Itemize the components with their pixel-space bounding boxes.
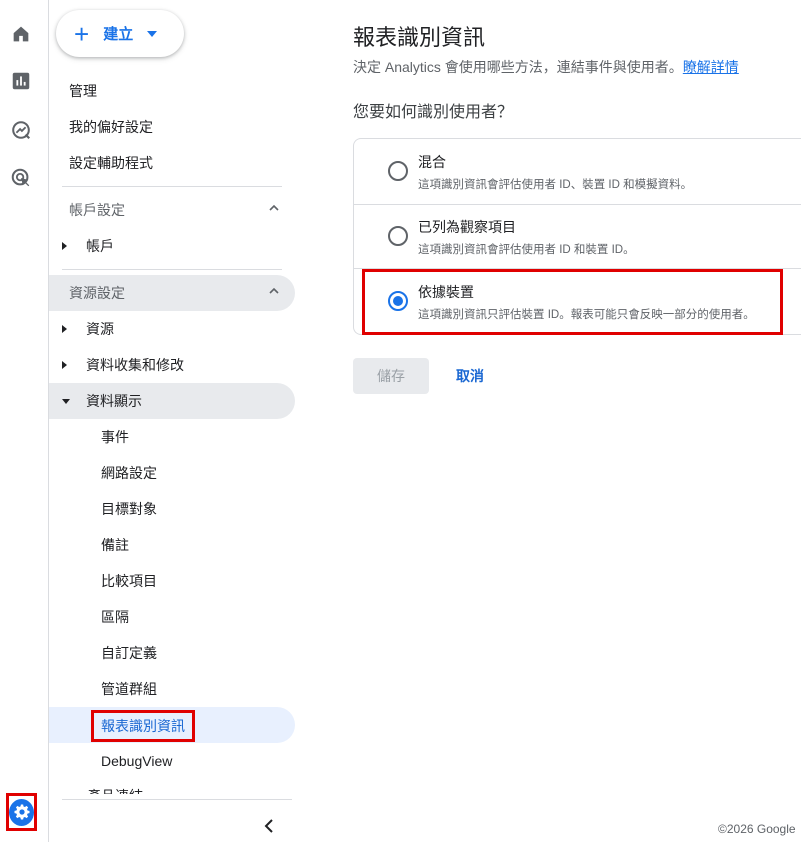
sub-item-web-settings[interactable]: 網路設定 (101, 463, 157, 483)
section-property-settings[interactable]: 資源設定 (49, 275, 295, 311)
sub-item-channel-groups[interactable]: 管道群組 (101, 679, 157, 699)
option-desc-blended: 這項識別資訊會評估使用者 ID、裝置 ID 和模擬資料。 (418, 179, 693, 191)
sub-item-product-links[interactable]: 產品連結 (87, 786, 143, 794)
identity-options-card: 混合 這項識別資訊會評估使用者 ID、裝置 ID 和模擬資料。 已列為觀察項目 … (353, 138, 801, 335)
sub-item-annotations[interactable]: 備註 (101, 535, 129, 555)
sub-item-events[interactable]: 事件 (101, 427, 129, 447)
option-title-observed: 已列為觀察項目 (418, 219, 516, 235)
sidebar-nav: + 建立 管理 我的偏好設定 設定輔助程式 帳戶設定 帳戶 資源設定 資源 資料… (49, 0, 305, 842)
home-icon[interactable] (9, 22, 33, 46)
create-button[interactable]: + 建立 (56, 10, 184, 57)
reports-icon[interactable] (9, 69, 33, 93)
page-description: 決定 Analytics 會使用哪些方法，連結事件與使用者。瞭解詳情 (353, 57, 739, 77)
tree-item-account[interactable]: 帳戶 (49, 228, 295, 264)
learn-more-link[interactable]: 瞭解詳情 (683, 59, 739, 75)
tree-item-label: 帳戶 (86, 238, 114, 254)
caret-down-icon (147, 30, 158, 37)
divider (62, 269, 282, 270)
nav-item-admin[interactable]: 管理 (69, 81, 97, 101)
tree-item-property[interactable]: 資源 (49, 311, 295, 347)
page-title: 報表識別資訊 (353, 25, 486, 50)
tree-item-label: 資料顯示 (86, 393, 142, 409)
sub-item-reporting-identity[interactable]: 報表識別資訊 (91, 710, 195, 742)
description-text: 決定 Analytics 會使用哪些方法，連結事件與使用者。 (353, 59, 683, 75)
plus-icon: + (74, 18, 90, 49)
option-desc-observed: 這項識別資訊會評估使用者 ID 和裝置 ID。 (418, 244, 635, 256)
divider (62, 186, 282, 187)
selected-option-highlight (362, 269, 783, 335)
divider (62, 799, 292, 800)
expand-arrow-icon (62, 242, 67, 250)
option-title-blended: 混合 (418, 154, 446, 170)
icon-rail (0, 0, 49, 842)
main-content: 報表識別資訊 決定 Analytics 會使用哪些方法，連結事件與使用者。瞭解詳… (305, 0, 801, 842)
radio-blended[interactable] (388, 161, 408, 181)
create-label: 建立 (103, 26, 134, 43)
chevron-left-icon (264, 819, 273, 833)
chevron-up-icon (269, 204, 279, 211)
sub-item-segments[interactable]: 區隔 (101, 607, 129, 627)
identity-question: 您要如何識別使用者？ (353, 104, 514, 121)
nav-item-preferences[interactable]: 我的偏好設定 (69, 117, 153, 137)
section-label: 資源設定 (69, 285, 125, 301)
tree-item-data-collection[interactable]: 資料收集和修改 (49, 347, 295, 383)
expand-arrow-icon (62, 325, 67, 333)
section-account-settings[interactable]: 帳戶設定 (49, 192, 295, 228)
expand-arrow-icon (62, 361, 67, 369)
sub-item-audiences[interactable]: 目標對象 (101, 499, 157, 519)
collapse-nav-button[interactable] (257, 816, 281, 836)
explore-icon[interactable] (9, 118, 33, 142)
divider (354, 204, 801, 205)
advertising-icon[interactable] (9, 166, 33, 190)
settings-button[interactable] (6, 793, 37, 831)
settings-icon (9, 798, 34, 826)
sub-item-comparisons[interactable]: 比較項目 (101, 571, 157, 591)
cancel-button[interactable]: 取消 (456, 358, 484, 394)
section-label: 帳戶設定 (69, 202, 125, 218)
tree-item-data-display[interactable]: 資料顯示 (49, 383, 295, 419)
collapse-arrow-icon (62, 399, 70, 404)
radio-observed[interactable] (388, 226, 408, 246)
nav-item-setup-assistant[interactable]: 設定輔助程式 (69, 153, 153, 173)
sub-item-custom-definitions[interactable]: 自訂定義 (101, 643, 157, 663)
tree-item-label: 資料收集和修改 (86, 357, 184, 373)
tree-item-label: 資源 (86, 321, 114, 337)
copyright-footer: ©2026 Google (718, 822, 796, 836)
save-button[interactable]: 儲存 (353, 358, 429, 394)
sub-item-debugview[interactable]: DebugView (101, 751, 172, 771)
chevron-up-icon (269, 287, 279, 294)
